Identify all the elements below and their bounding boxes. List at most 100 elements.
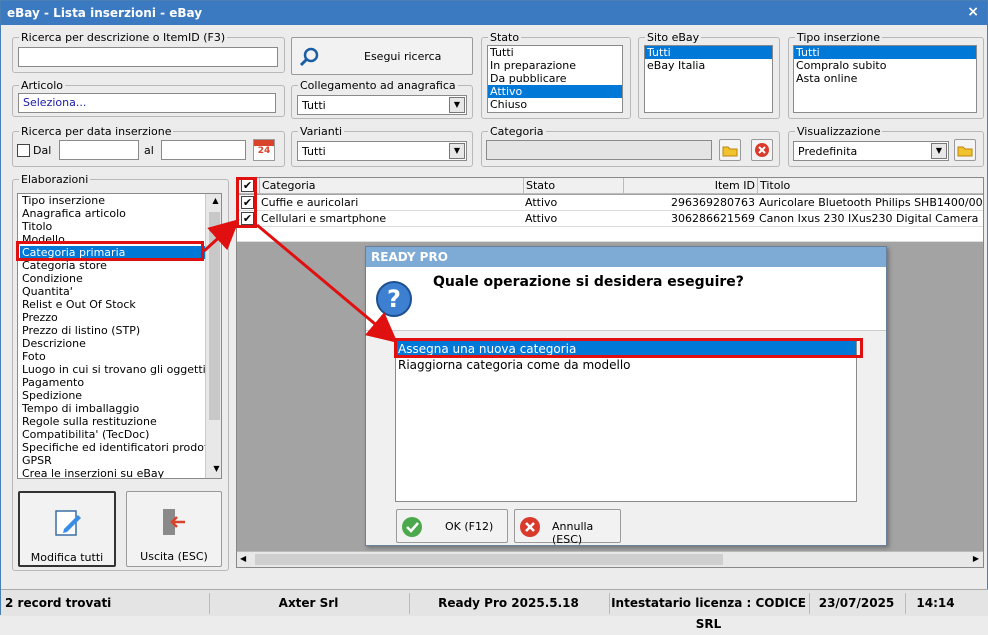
elaborazione-item[interactable]: Condizione [20,272,221,285]
stato-item[interactable]: Da pubblicare [488,72,622,85]
varianti-select[interactable]: Tutti ▼ [297,141,467,161]
option-riaggiorna[interactable]: Riaggiorna categoria come da modello [396,357,856,373]
status-version: Ready Pro 2025.5.18 [409,593,607,614]
elaborazione-item[interactable]: Relist e Out Of Stock [20,298,221,311]
table-header: ✔ Categoria Stato Item ID Titolo [237,178,983,194]
elaborazione-item[interactable]: Regole sulla restituzione [20,415,221,428]
elaborazione-item[interactable]: Descrizione [20,337,221,350]
highlight-box [236,177,257,228]
elaborazione-item[interactable]: Tempo di imballaggio [20,402,221,415]
sito-item-selected[interactable]: Tutti [645,46,772,59]
chevron-down-icon: ▼ [449,143,465,159]
elaborazione-item[interactable]: Prezzo di listino (STP) [20,324,221,337]
articolo-input[interactable]: Seleziona... [18,93,276,113]
elaborazione-item[interactable]: Quantita' [20,285,221,298]
annulla-label: Annulla (ESC) [552,520,594,546]
elaborazione-item[interactable]: Crea le inserzioni su eBay [20,467,221,478]
uscita-button[interactable]: Uscita (ESC) [126,491,222,567]
elaborazione-item[interactable]: Spedizione [20,389,221,402]
exit-icon [163,509,185,535]
scroll-thumb[interactable] [209,212,220,420]
chevron-left-icon[interactable]: ◀ [240,554,246,563]
elaborazione-item[interactable]: Pagamento [20,376,221,389]
run-search-button[interactable]: Esegui ricerca [291,37,473,75]
elaborazioni-label: Elaborazioni [21,173,89,186]
elaborazione-item[interactable]: Prezzo [20,311,221,324]
header-stato[interactable]: Stato [523,178,623,194]
dal-input[interactable] [59,140,139,160]
dialog-title: READY PRO [366,247,886,267]
calendar-icon[interactable]: 24 [253,139,275,161]
elaborazioni-list[interactable]: Tipo inserzione Anagrafica articolo Titolo… [17,193,222,479]
highlight-box [16,241,204,261]
header-titolo[interactable]: Titolo [757,178,983,194]
main-window: eBay - Lista inserzioni - eBay × Ricerca … [0,0,988,631]
dialog-header: ? Quale operazione si desidera eseguire? [366,267,886,331]
operation-list[interactable]: Assegna una nuova categoria Riaggiorna c… [395,340,857,502]
elaborazione-item[interactable]: Foto [20,350,221,363]
search-label: Ricerca per descrizione o ItemID (F3) [21,31,226,44]
chevron-down-icon: ▼ [449,97,465,113]
search-input[interactable] [18,47,278,67]
header-itemid[interactable]: Item ID [623,178,757,194]
chevron-up-icon[interactable]: ▲ [208,194,221,210]
header-categoria[interactable]: Categoria [259,178,523,194]
al-input[interactable] [161,140,246,160]
tipo-label: Tipo inserzione [797,31,880,44]
table-row[interactable]: ✔ Cellulari e smartphone Attivo 30628662… [237,211,983,227]
question-icon: ? [376,281,412,317]
status-bar: 2 record trovati Axter Srl Ready Pro 202… [1,589,988,631]
modifica-label: Modifica tutti [30,551,104,564]
collegamento-select[interactable]: Tutti ▼ [297,95,467,115]
table-row[interactable]: ✔ Cuffie e auricolari Attivo 29636928076… [237,195,983,211]
chevron-down-icon[interactable]: ▼ [208,462,221,478]
clear-icon[interactable] [751,139,773,161]
cancel-icon [520,517,540,537]
stato-item[interactable]: Tutti [488,46,622,59]
tipo-list[interactable]: Tutti Compralo subito Asta online [793,45,977,113]
scroll-thumb[interactable] [255,554,723,565]
categoria-input[interactable] [486,140,712,160]
elaborazione-item[interactable]: Specifiche ed identificatori prodotto [20,441,221,454]
dal-checkbox[interactable] [17,144,30,157]
folder-icon[interactable] [719,139,741,161]
close-icon[interactable]: × [967,4,979,20]
elaborazione-item[interactable]: GPSR [20,454,221,467]
status-records: 2 record trovati [5,596,112,610]
elaborazione-item[interactable]: Anagrafica articolo [20,207,221,220]
varianti-value: Tutti [302,145,326,158]
elaborazione-item[interactable]: Tipo inserzione [20,194,221,207]
elaborazione-item[interactable]: Luogo in cui si trovano gli oggetti [20,363,221,376]
stato-list[interactable]: Tutti In preparazione Da pubblicare Atti… [487,45,623,113]
stato-item[interactable]: Chiuso [488,98,622,111]
window-title: eBay - Lista inserzioni - eBay [7,6,203,20]
scrollbar[interactable]: ▲ ▼ [205,194,221,478]
stato-item-selected[interactable]: Attivo [488,85,622,98]
sito-list[interactable]: Tutti eBay Italia [644,45,773,113]
svg-text:?: ? [387,285,401,313]
ok-label: OK (F12) [445,520,494,533]
status-company: Axter Srl [209,593,407,614]
elaborazione-item[interactable]: Titolo [20,220,221,233]
run-search-label: Esegui ricerca [364,50,442,63]
horizontal-scrollbar[interactable]: ◀ ▶ [237,551,983,567]
annulla-button[interactable]: Annulla (ESC) [514,509,621,546]
status-time: 14:14 [905,593,965,614]
al-label: al [144,144,154,157]
modifica-tutti-button[interactable]: Modifica tutti [18,491,116,567]
stato-item[interactable]: In preparazione [488,59,622,72]
cell-titolo: Auricolare Bluetooth Philips SHB1400/00 [759,196,983,209]
visualizzazione-value: Predefinita [798,145,858,158]
status-license: Intestatario licenza : CODICE SRL [609,593,807,631]
tipo-item-selected[interactable]: Tutti [794,46,976,59]
elaborazione-item[interactable]: Compatibilita' (TecDoc) [20,428,221,441]
visualizzazione-select[interactable]: Predefinita ▼ [793,141,949,161]
ok-button[interactable]: OK (F12) [396,509,508,543]
uscita-label: Uscita (ESC) [140,550,208,563]
cell-categoria: Cellulari e smartphone [261,212,387,225]
folder-icon[interactable] [954,139,976,161]
tipo-item[interactable]: Compralo subito [794,59,976,72]
sito-item[interactable]: eBay Italia [645,59,772,72]
tipo-item[interactable]: Asta online [794,72,976,85]
chevron-right-icon[interactable]: ▶ [973,554,979,563]
